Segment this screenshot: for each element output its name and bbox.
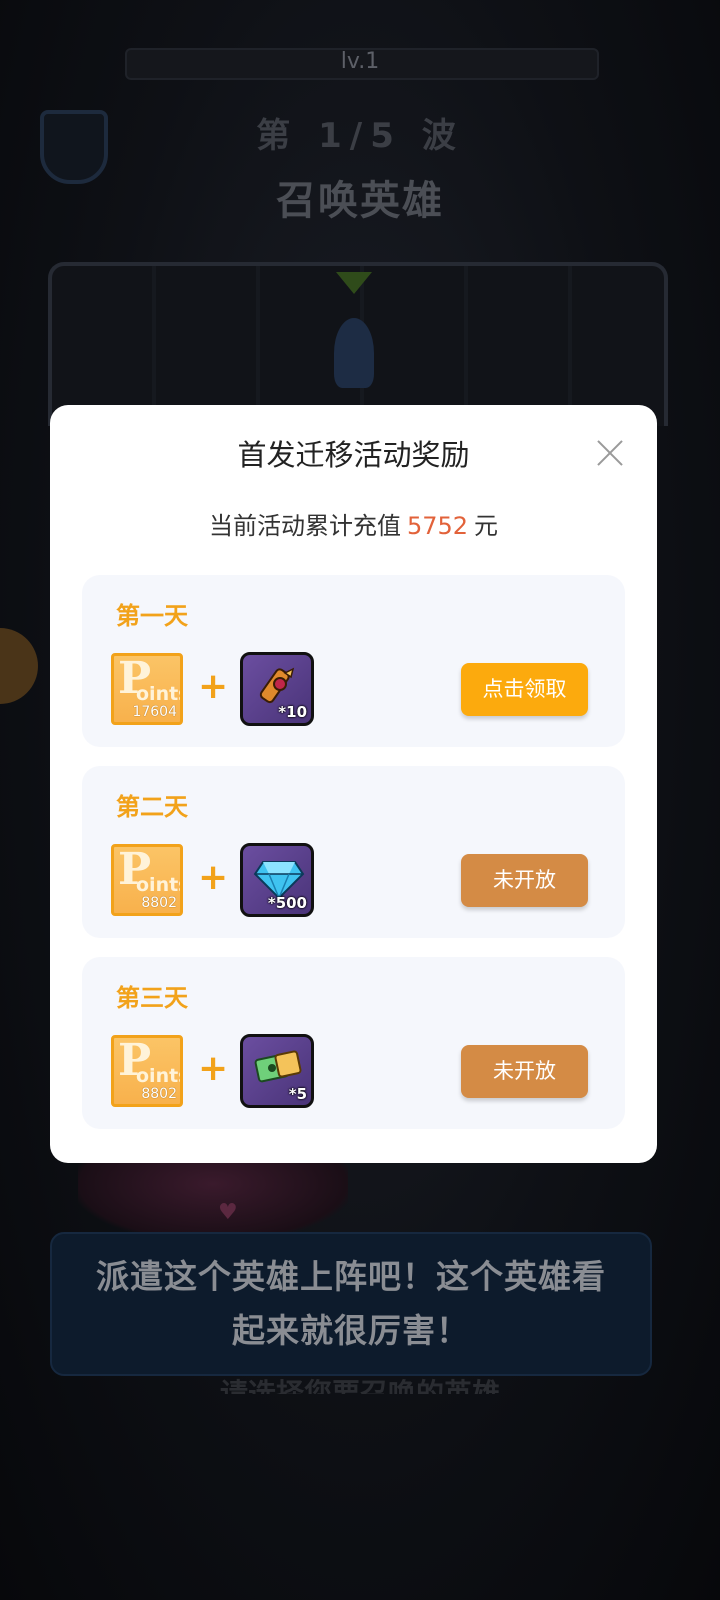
plus-icon: + xyxy=(198,666,229,707)
locked-button[interactable]: 未开放 xyxy=(461,1045,588,1098)
points-amount: 17604 xyxy=(132,704,177,720)
hint-text: 请选择您要召唤的英雄 xyxy=(219,1377,500,1394)
reward-card-day-1: 第一天 P oints 17604 + *10 点击领取 xyxy=(82,575,625,747)
recharge-amount: 5752 xyxy=(406,512,469,540)
recharge-label: 当前活动累计充值 xyxy=(208,512,401,540)
ticket-icon: *5 xyxy=(240,1034,314,1108)
summon-title: 召唤英雄 xyxy=(276,178,444,224)
item-quantity: *10 xyxy=(278,703,307,721)
day-label: 第二天 xyxy=(116,793,188,821)
speech-text: 派遣这个英雄上阵吧！这个英雄看起来就很厉害！ xyxy=(96,1257,606,1350)
points-amount: 8802 xyxy=(141,895,177,911)
close-icon[interactable] xyxy=(590,433,630,473)
crystal-icon xyxy=(334,318,374,388)
currency-unit: 元 xyxy=(474,512,499,540)
level-label: lv.1 xyxy=(340,49,380,74)
day-label: 第三天 xyxy=(116,984,188,1012)
points-amount: 8802 xyxy=(141,1086,177,1102)
hero-sprite xyxy=(78,1160,348,1240)
item-quantity: *5 xyxy=(288,1085,307,1103)
day-label: 第一天 xyxy=(116,602,188,630)
plus-icon: + xyxy=(198,857,229,898)
reward-card-day-3: 第三天 P oints 8802 + *5 未开放 xyxy=(82,957,625,1129)
modal-title: 首发迁移活动奖励 xyxy=(237,438,470,472)
plus-icon: + xyxy=(198,1048,229,1089)
down-arrow-icon xyxy=(336,272,372,294)
scroll-icon: *10 xyxy=(240,652,314,726)
points-icon: P oints 17604 xyxy=(111,653,183,725)
hero-speech-bubble: 派遣这个英雄上阵吧！这个英雄看起来就很厉害！ xyxy=(50,1232,652,1376)
claim-button[interactable]: 点击领取 xyxy=(461,663,588,716)
reward-card-day-2: 第二天 P oints 8802 + *500 未开放 xyxy=(82,766,625,938)
recharge-summary: 当前活动累计充值 5752 元 xyxy=(50,509,657,543)
points-icon: P oints 8802 xyxy=(111,844,183,916)
reward-modal: 首发迁移活动奖励 当前活动累计充值5752元 第一天 P oints 17604… xyxy=(50,405,657,1163)
item-quantity: *500 xyxy=(267,894,307,912)
points-icon: P oints 8802 xyxy=(111,1035,183,1107)
diamond-icon: *500 xyxy=(240,843,314,917)
locked-button[interactable]: 未开放 xyxy=(461,854,588,907)
heart-icon: ♥ xyxy=(218,1200,238,1225)
wave-counter: 第 1/5 波 xyxy=(256,116,464,156)
